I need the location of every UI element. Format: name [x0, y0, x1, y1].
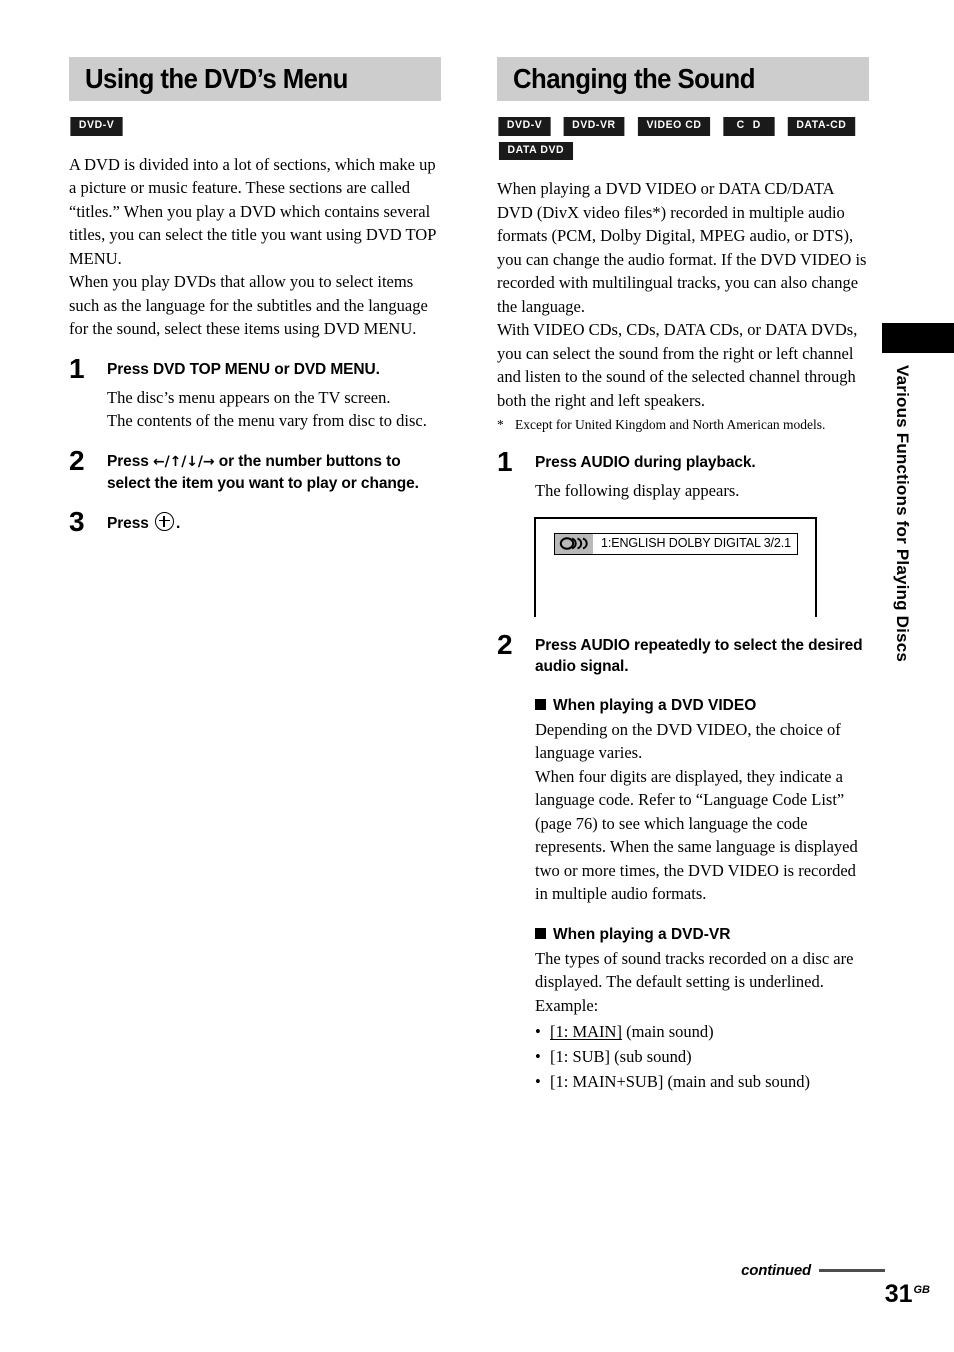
- left-column: Using the DVD’s Menu DVD-V A DVD is divi…: [69, 57, 441, 535]
- step-heading-pre: Press: [107, 452, 153, 470]
- disc-badge-dvd-vr: DVD-VR: [563, 117, 625, 136]
- step-heading-post: .: [175, 514, 181, 532]
- intro-text-right: When playing a DVD VIDEO or DATA CD/DATA…: [497, 177, 869, 412]
- bullet-icon: •: [535, 1072, 541, 1092]
- paragraph: The disc’s menu appears on the TV screen…: [107, 387, 391, 407]
- right-column: Changing the Sound DVD-V DVD-VR VIDEO CD…: [497, 57, 869, 1094]
- section-header-bar-right: Changing the Sound: [497, 57, 869, 101]
- subsection-body-dvd-vr: The types of sound tracks recorded on a …: [535, 947, 869, 1018]
- option-note: (main and sub sound): [663, 1072, 811, 1092]
- side-tab-marker: [882, 323, 954, 353]
- step-number: 1: [497, 446, 513, 478]
- subsection-heading-dvd-vr: When playing a DVD-VR: [535, 924, 869, 945]
- step-content: Press ←/↑/↓/→ or the number buttons to s…: [107, 447, 441, 494]
- step-heading: Press ←/↑/↓/→ or the number buttons to s…: [107, 451, 441, 494]
- step-description: The disc’s menu appears on the TV screen…: [107, 386, 441, 433]
- paragraph: The contents of the menu vary from disc …: [107, 411, 427, 431]
- option-note: (sub sound): [610, 1047, 692, 1067]
- step-3-left: 3 Press .: [69, 505, 441, 537]
- paragraph: Depending on the DVD VIDEO, the choice o…: [535, 719, 841, 763]
- disc-badge-cd: C D: [723, 117, 775, 136]
- step-heading: Press AUDIO during playback.: [535, 454, 756, 472]
- disc-badges-left: DVD-V: [69, 117, 449, 136]
- step-number: 1: [69, 352, 85, 384]
- step-2-left: 2 Press ←/↑/↓/→ or the number buttons to…: [69, 444, 441, 494]
- step-heading-pre: Press: [107, 514, 153, 532]
- disc-badge-video-cd: VIDEO CD: [637, 117, 711, 136]
- step-content: Press DVD TOP MENU or DVD MENU. The disc…: [107, 355, 441, 433]
- list-item-text: [1: MAIN] (main sound): [550, 1019, 714, 1044]
- disc-badge-data-dvd: DATA DVD: [498, 141, 573, 161]
- footnote-marker: *: [497, 417, 504, 433]
- step-heading: Press DVD TOP MENU or DVD MENU.: [107, 360, 380, 378]
- dolby-audio-icon: [555, 533, 593, 554]
- footer-rule: [819, 1268, 885, 1273]
- paragraph: When four digits are displayed, they ind…: [535, 766, 858, 904]
- footnote: * Except for United Kingdom and North Am…: [497, 416, 869, 434]
- option-note: (main sound): [621, 1022, 714, 1042]
- step-1-right: 1 Press AUDIO during playback. The follo…: [497, 448, 869, 503]
- paragraph: With VIDEO CDs, CDs, DATA CDs, or DATA D…: [497, 320, 858, 410]
- page-title-left: Using the DVD’s Menu: [85, 63, 348, 94]
- option-code: [1: MAIN]: [550, 1022, 622, 1042]
- step-number: 2: [497, 628, 513, 660]
- disc-badge-dvd-v: DVD-V: [70, 117, 123, 136]
- bullet-icon: •: [535, 1022, 541, 1042]
- step-description: The following display appears.: [535, 479, 869, 503]
- paragraph: The following display appears.: [535, 481, 740, 501]
- paragraph: When playing a DVD VIDEO or DATA CD/DATA…: [497, 179, 867, 316]
- intro-text-left: A DVD is divided into a lot of sections,…: [69, 153, 441, 341]
- disc-badges-right: DVD-V DVD-VR VIDEO CD C D DATA-CD DATA D…: [497, 117, 877, 161]
- list-item-text: [1: SUB] (sub sound): [550, 1044, 692, 1069]
- subsection-heading-label: When playing a DVD VIDEO: [553, 696, 757, 714]
- step-heading: Press .: [107, 511, 441, 534]
- step-2-right: 2 Press AUDIO repeatedly to select the d…: [497, 628, 869, 1095]
- list-item: • [1: MAIN] (main sound): [535, 1019, 869, 1044]
- step-content: Press AUDIO during playback. The followi…: [535, 448, 869, 503]
- list-item-text: [1: MAIN+SUB] (main and sub sound): [550, 1069, 810, 1094]
- subsection-body-dvd-video: Depending on the DVD VIDEO, the choice o…: [535, 718, 869, 906]
- paragraph: A DVD is divided into a lot of sections,…: [69, 154, 436, 268]
- bullet-icon: •: [535, 1047, 541, 1067]
- page-number-value: 31: [884, 1280, 913, 1308]
- display-illustration: 1:ENGLISH DOLBY DIGITAL 3/2.1: [534, 516, 817, 617]
- option-code: [1: SUB]: [550, 1047, 611, 1067]
- step-number: 3: [69, 505, 85, 537]
- osd-audio-text: 1:ENGLISH DOLBY DIGITAL 3/2.1: [601, 536, 792, 551]
- continued-label: continued: [741, 1262, 811, 1279]
- disc-badge-dvd-v: DVD-V: [498, 117, 551, 136]
- paragraph: Example:: [535, 995, 599, 1015]
- black-square-icon: [535, 927, 546, 939]
- step-content: Press AUDIO repeatedly to select the des…: [535, 631, 869, 1095]
- step-content: Press .: [107, 508, 441, 535]
- page-title-right: Changing the Sound: [513, 63, 755, 94]
- disc-badge-data-cd: DATA-CD: [787, 117, 855, 136]
- subsection-heading-dvd-video: When playing a DVD VIDEO: [535, 695, 869, 716]
- list-item: • [1: MAIN+SUB] (main and sub sound): [535, 1069, 869, 1094]
- list-item: • [1: SUB] (sub sound): [535, 1044, 869, 1069]
- step-heading: Press AUDIO repeatedly to select the des…: [535, 636, 863, 675]
- enter-button-icon: [154, 511, 174, 531]
- page-region-code: GB: [913, 1283, 931, 1296]
- paragraph: When you play DVDs that allow you to sel…: [69, 272, 428, 339]
- continued-footer: continued: [600, 1262, 885, 1279]
- side-tab-label: Various Functions for Playing Discs: [893, 365, 912, 663]
- section-header-bar-left: Using the DVD’s Menu: [69, 57, 441, 101]
- osd-audio-readout: 1:ENGLISH DOLBY DIGITAL 3/2.1: [554, 532, 799, 555]
- step-1-left: 1 Press DVD TOP MENU or DVD MENU. The di…: [69, 352, 441, 433]
- black-square-icon: [535, 698, 546, 710]
- paragraph: The types of sound tracks recorded on a …: [535, 948, 854, 992]
- step-number: 2: [69, 444, 85, 476]
- subsection-heading-label: When playing a DVD-VR: [553, 925, 731, 943]
- direction-arrows-icon: ←/↑/↓/→: [152, 453, 215, 470]
- option-code: [1: MAIN+SUB]: [550, 1072, 664, 1092]
- audio-option-list: • [1: MAIN] (main sound) • [1: SUB] (sub…: [535, 1019, 869, 1094]
- page-number: 31GB: [885, 1282, 930, 1307]
- footnote-text: Except for United Kingdom and North Amer…: [515, 417, 826, 433]
